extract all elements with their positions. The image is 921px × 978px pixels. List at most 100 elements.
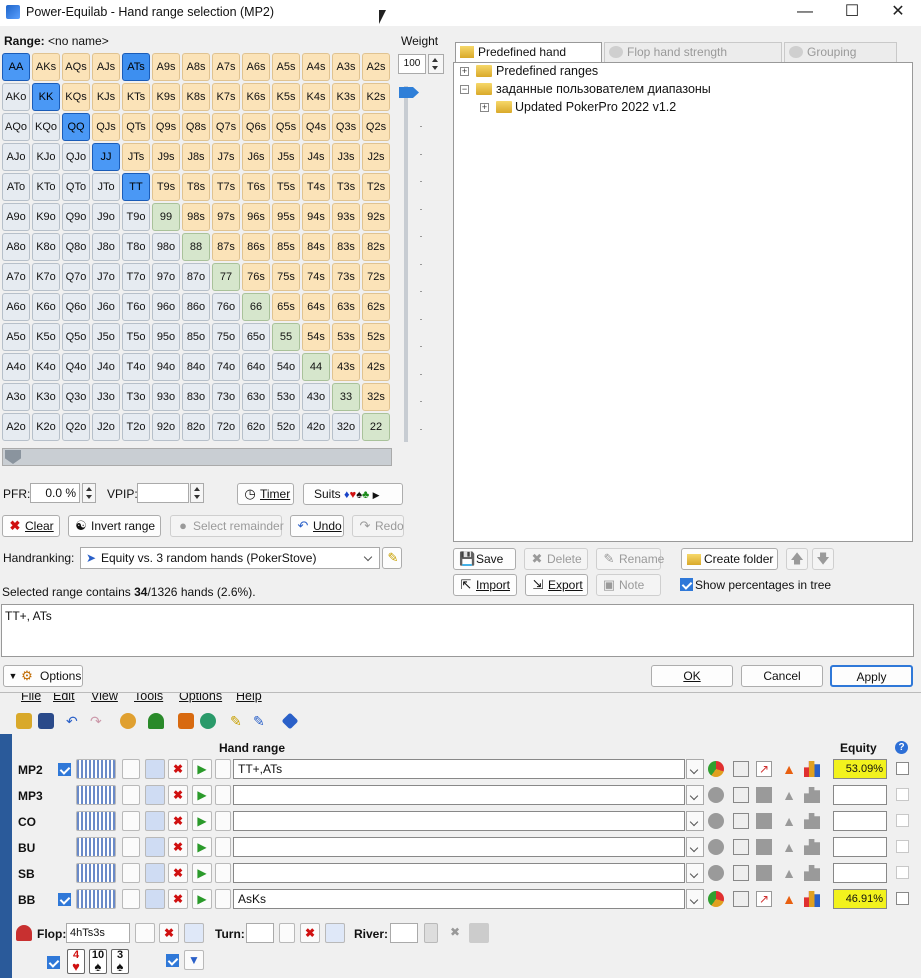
play-icon[interactable]: ▶ <box>192 759 212 779</box>
pie-chart-icon[interactable] <box>708 839 724 855</box>
hand-cell-QJo[interactable]: QJo <box>62 143 90 171</box>
hand-grid[interactable]: AA AKs AQs AJs ATs A9s A8s A7s A6s A5s A4s A3s A2s AK… <box>2 53 392 443</box>
undo-button[interactable]: ↶ Undo <box>290 515 344 537</box>
vpip-input[interactable] <box>137 483 189 503</box>
expand-button[interactable] <box>215 785 231 805</box>
hand-cell-T3s[interactable]: T3s <box>332 173 360 201</box>
menu-file[interactable]: File <box>21 693 41 703</box>
hand-cell-T9s[interactable]: T9s <box>152 173 180 201</box>
hand-cell-83o[interactable]: 83o <box>182 383 210 411</box>
hand-cell-QQ[interactable]: QQ <box>62 113 90 141</box>
hand-cell-A3s[interactable]: A3s <box>332 53 360 81</box>
refresh-icon[interactable] <box>200 713 216 729</box>
edit-handranking-button[interactable]: ✎ <box>382 547 402 569</box>
hand-cell-42o[interactable]: 42o <box>302 413 330 441</box>
bar-chart-icon[interactable] <box>804 891 820 907</box>
table-icon[interactable] <box>733 813 749 829</box>
card-button[interactable] <box>122 863 140 883</box>
pie-chart-icon[interactable] <box>708 813 724 829</box>
hand-cell-T6s[interactable]: T6s <box>242 173 270 201</box>
random-button[interactable] <box>145 759 165 779</box>
collapse-icon[interactable]: − <box>460 85 469 94</box>
hand-cell-94o[interactable]: 94o <box>152 353 180 381</box>
table-icon[interactable] <box>733 839 749 855</box>
hand-cell-K8s[interactable]: K8s <box>182 83 210 111</box>
hand-cell-92s[interactable]: 92s <box>362 203 390 231</box>
hand-cell-A3o[interactable]: A3o <box>2 383 30 411</box>
hand-cell-T9o[interactable]: T9o <box>122 203 150 231</box>
play-icon[interactable]: ▶ <box>192 811 212 831</box>
flop-random-button[interactable] <box>184 923 204 943</box>
hand-cell-42s[interactable]: 42s <box>362 353 390 381</box>
hand-cell-K3s[interactable]: K3s <box>332 83 360 111</box>
tab-flop-distribution[interactable]: Flop hand strength distribution <box>604 42 782 77</box>
random-button[interactable] <box>145 811 165 831</box>
hand-cell-54o[interactable]: 54o <box>272 353 300 381</box>
player-select-checkbox[interactable] <box>896 788 909 801</box>
grid-scrollbar[interactable] <box>2 448 392 466</box>
hand-cell-J2o[interactable]: J2o <box>92 413 120 441</box>
range-dropdown[interactable] <box>686 785 704 805</box>
hand-cell-96o[interactable]: 96o <box>152 293 180 321</box>
vpip-spinner[interactable] <box>190 483 204 503</box>
note-button[interactable]: ▣ Note <box>596 574 661 596</box>
hand-cell-Q5o[interactable]: Q5o <box>62 323 90 351</box>
scroll-thumb[interactable] <box>5 450 21 464</box>
tree-item-pokerpro[interactable]: Updated PokerPro 2022 v1.2 <box>515 98 676 116</box>
hand-cell-K5s[interactable]: K5s <box>272 83 300 111</box>
hand-cell-K6o[interactable]: K6o <box>32 293 60 321</box>
hand-cell-T8s[interactable]: T8s <box>182 173 210 201</box>
board-checkbox[interactable] <box>47 956 60 969</box>
hand-cell-ATs[interactable]: ATs <box>122 53 150 81</box>
pfr-input[interactable]: 0.0 % <box>30 483 80 503</box>
player-select-checkbox[interactable] <box>896 762 909 775</box>
hand-cell-Q7s[interactable]: Q7s <box>212 113 240 141</box>
hand-cell-J8o[interactable]: J8o <box>92 233 120 261</box>
hand-cell-J2s[interactable]: J2s <box>362 143 390 171</box>
hand-cell-63o[interactable]: 63o <box>242 383 270 411</box>
weight-spinner[interactable] <box>428 54 444 74</box>
play-icon[interactable]: ▶ <box>192 863 212 883</box>
clear-button[interactable]: ✖ Clear <box>2 515 60 537</box>
clear-player-button[interactable]: ✖ <box>168 863 188 883</box>
hand-cell-98o[interactable]: 98o <box>152 233 180 261</box>
range-dropdown[interactable] <box>686 889 704 909</box>
hand-cell-KQo[interactable]: KQo <box>32 113 60 141</box>
pie-chart-icon[interactable] <box>708 761 724 777</box>
weight-input[interactable]: 100 <box>398 54 426 74</box>
bar-chart-icon[interactable] <box>804 865 820 881</box>
hand-cell-T7s[interactable]: T7s <box>212 173 240 201</box>
suits-button[interactable]: Suits ♦♥♠♣ ▶ <box>303 483 403 505</box>
hand-cell-T7o[interactable]: T7o <box>122 263 150 291</box>
hand-icon[interactable] <box>178 713 194 729</box>
hand-cell-85o[interactable]: 85o <box>182 323 210 351</box>
hand-cell-T2s[interactable]: T2s <box>362 173 390 201</box>
hand-cell-T4o[interactable]: T4o <box>122 353 150 381</box>
tab-predefined-ranges[interactable]: Predefined hand ranges <box>455 42 602 77</box>
hand-cell-92o[interactable]: 92o <box>152 413 180 441</box>
hand-cell-KK[interactable]: KK <box>32 83 60 111</box>
clear-player-button[interactable]: ✖ <box>168 811 188 831</box>
hand-cell-T8o[interactable]: T8o <box>122 233 150 261</box>
clear-player-button[interactable]: ✖ <box>168 837 188 857</box>
hand-cell-85s[interactable]: 85s <box>272 233 300 261</box>
hand-cell-75o[interactable]: 75o <box>212 323 240 351</box>
table-icon[interactable] <box>733 761 749 777</box>
bar-chart-icon[interactable] <box>804 839 820 855</box>
hand-cell-Q6o[interactable]: Q6o <box>62 293 90 321</box>
hand-cell-J4o[interactable]: J4o <box>92 353 120 381</box>
fire-icon[interactable]: ▲ <box>781 787 797 803</box>
player-range-input[interactable] <box>233 811 685 831</box>
hand-cell-A6o[interactable]: A6o <box>2 293 30 321</box>
turn-card-picker[interactable] <box>279 923 295 943</box>
hand-cell-J8s[interactable]: J8s <box>182 143 210 171</box>
help-icon[interactable]: ? <box>895 741 908 754</box>
hand-cell-K9o[interactable]: K9o <box>32 203 60 231</box>
hand-cell-84s[interactable]: 84s <box>302 233 330 261</box>
hand-cell-Q2s[interactable]: Q2s <box>362 113 390 141</box>
hand-cell-K7s[interactable]: K7s <box>212 83 240 111</box>
hand-cell-KJs[interactable]: KJs <box>92 83 120 111</box>
tree-icon[interactable] <box>148 713 164 729</box>
hand-cell-65s[interactable]: 65s <box>272 293 300 321</box>
hand-cell-AQs[interactable]: AQs <box>62 53 90 81</box>
